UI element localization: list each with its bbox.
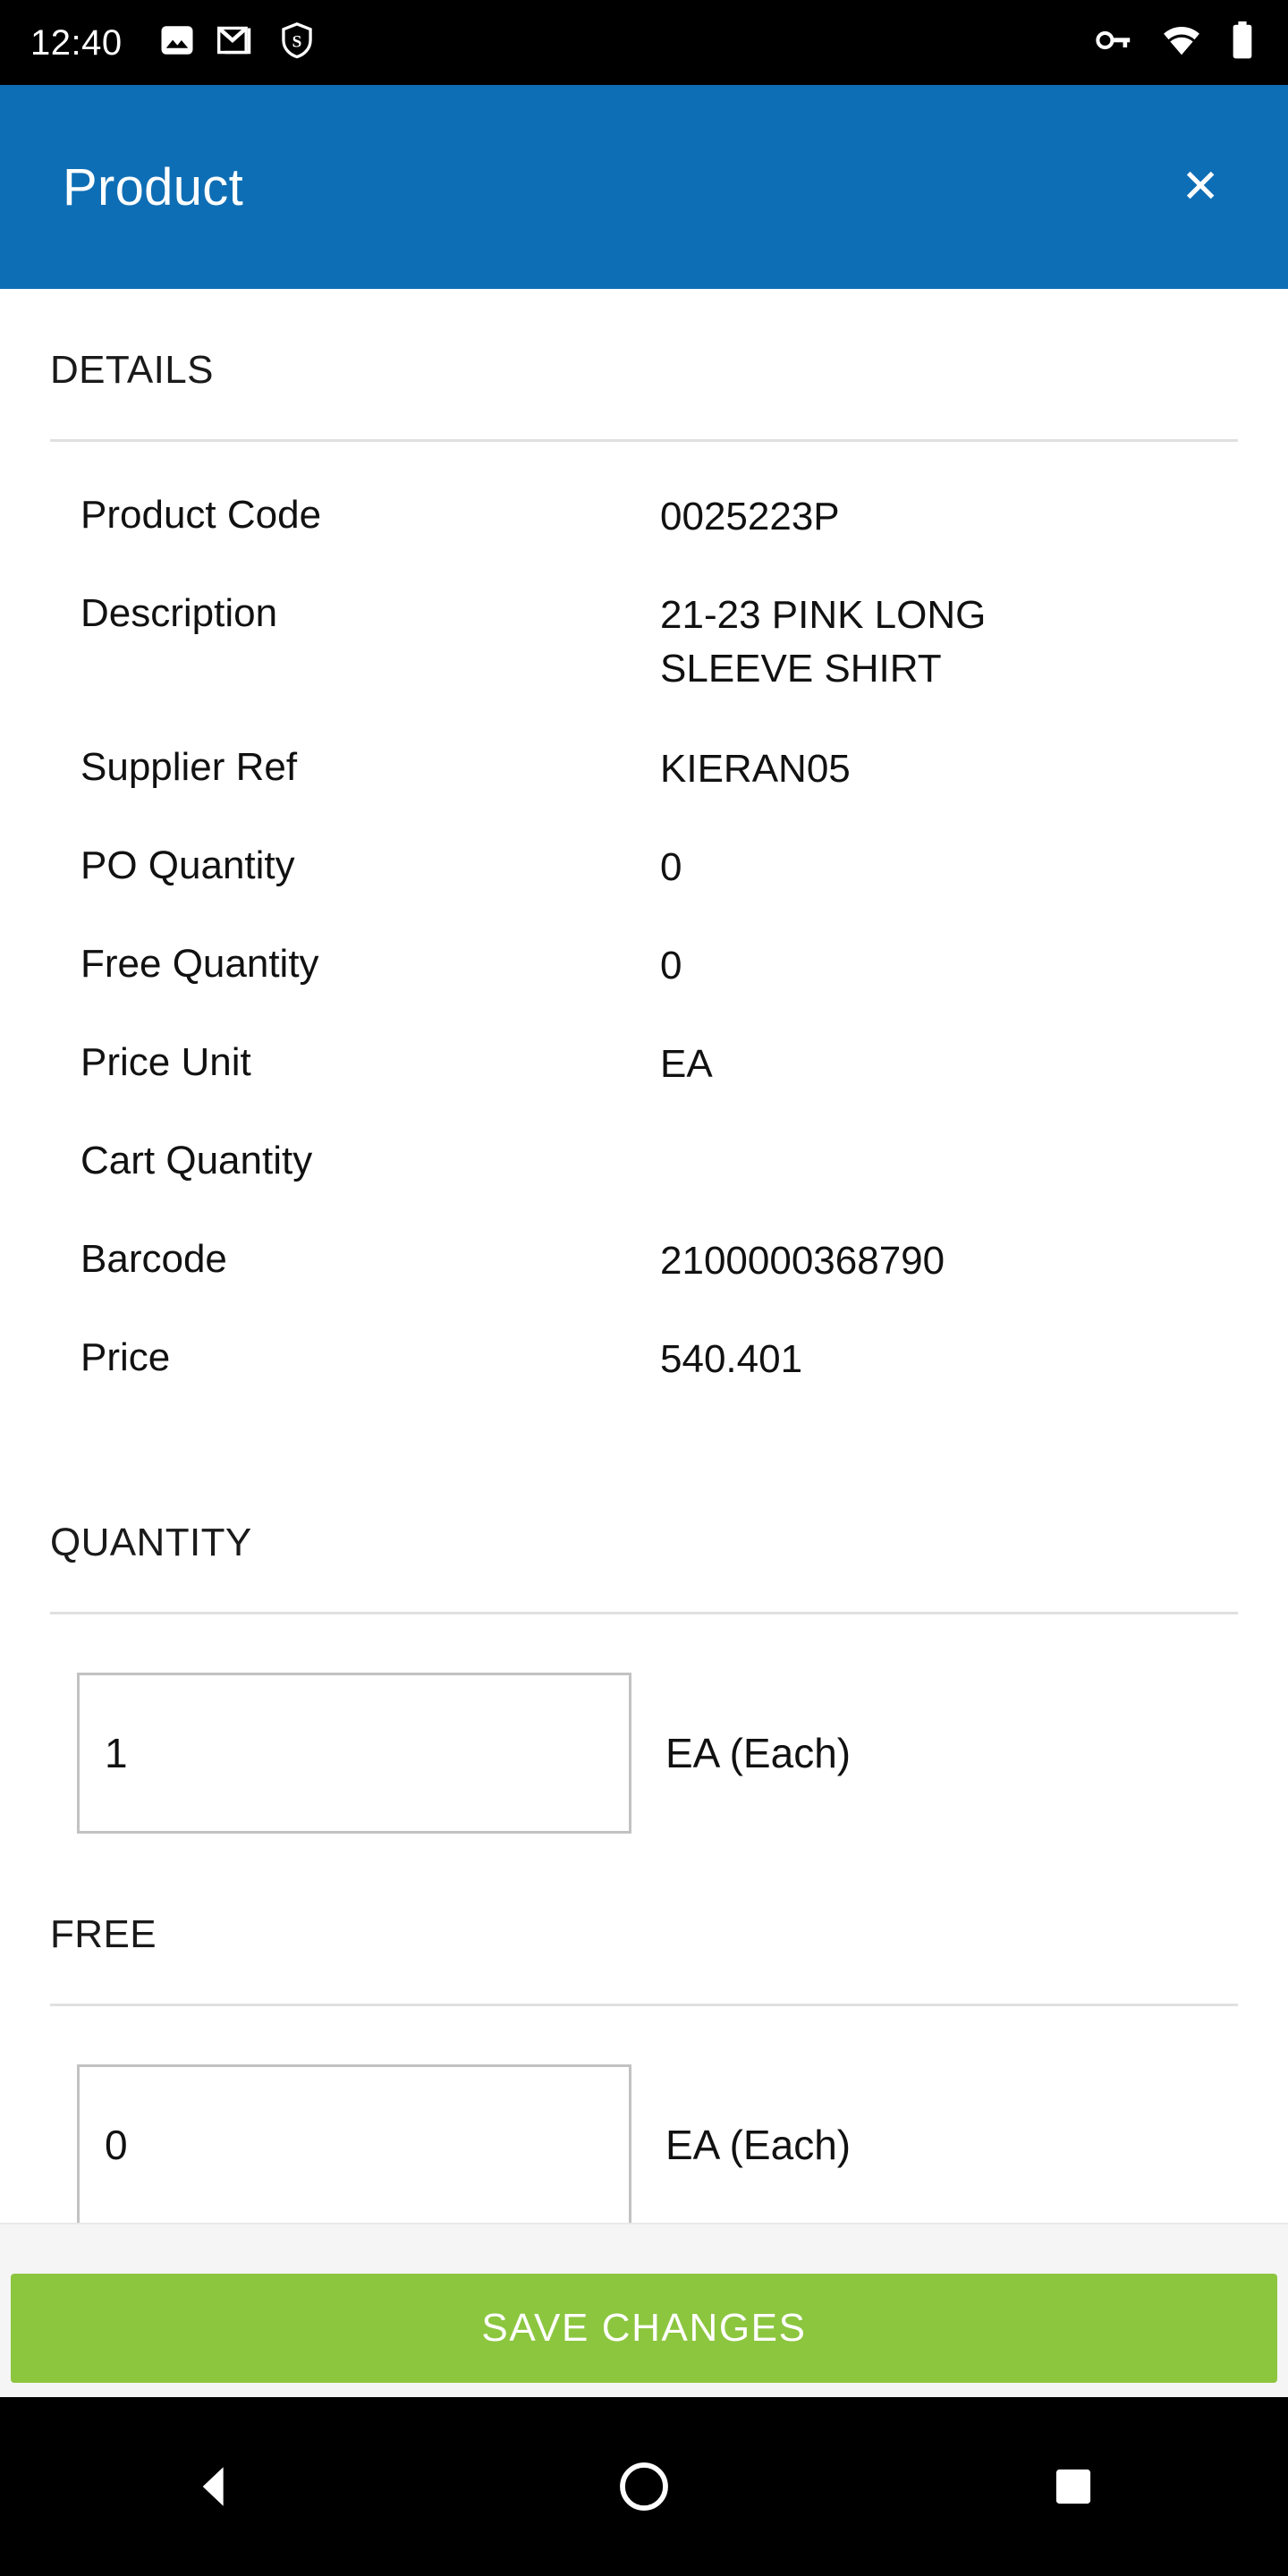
details-list: Product Code 0025223P Description 21-23 … [0, 442, 1288, 1431]
page-title: Product [63, 157, 243, 216]
detail-value: 0 [660, 943, 682, 987]
app-bar: Product ✕ [0, 85, 1288, 289]
detail-value: 0 [660, 844, 682, 889]
home-nav-icon[interactable] [564, 2397, 724, 2576]
free-unit-label: EA (Each) [665, 2121, 852, 2168]
quantity-divider [50, 1611, 1238, 1614]
detail-value: 21-23 PINK LONG SLEEVE SHIRT [660, 593, 987, 691]
detail-value: KIERAN05 [660, 746, 851, 791]
photo-icon [158, 21, 196, 64]
table-row: Price 540.401 [0, 1333, 1288, 1431]
detail-label: Cart Quantity [80, 1138, 313, 1182]
free-divider [50, 2003, 1238, 2006]
status-bar-system-icons [1093, 20, 1256, 65]
svg-text:S: S [292, 33, 301, 52]
table-row: Free Quantity 0 [0, 939, 1288, 1038]
quantity-input-row: EA (Each) [0, 1672, 1288, 1834]
detail-label: Free Quantity [80, 941, 319, 986]
recents-nav-icon[interactable] [993, 2397, 1154, 2576]
table-row: Description 21-23 PINK LONG SLEEVE SHIRT [0, 589, 1288, 696]
status-bar-clock: 12:40 [30, 22, 123, 63]
save-changes-button[interactable]: SAVE CHANGES [11, 2274, 1277, 2383]
quantity-section-heading: QUANTITY [50, 1520, 252, 1564]
detail-label: Product Code [80, 493, 322, 537]
detail-label: Description [80, 591, 278, 635]
detail-label: PO Quantity [80, 843, 295, 887]
table-row: Cart Quantity [0, 1136, 1288, 1234]
detail-value: 540.401 [660, 1336, 803, 1381]
quantity-input[interactable] [77, 1672, 631, 1834]
scroll-content[interactable]: DETAILS Product Code 0025223P Descriptio… [0, 289, 1288, 2223]
gmail-icon [216, 21, 257, 64]
vpn-key-icon [1093, 20, 1134, 65]
detail-label: Barcode [80, 1236, 227, 1281]
table-row: Barcode 2100000368790 [0, 1234, 1288, 1333]
table-row: PO Quantity 0 [0, 841, 1288, 939]
shield-s-icon: S [278, 21, 316, 64]
footer-bar: SAVE CHANGES [0, 2223, 1288, 2397]
close-icon[interactable]: ✕ [1181, 164, 1220, 210]
quantity-unit-label: EA (Each) [665, 1729, 852, 1776]
detail-label: Supplier Ref [80, 744, 298, 789]
back-nav-icon[interactable] [134, 2397, 295, 2576]
android-navigation-bar [0, 2397, 1288, 2576]
detail-value: EA [660, 1041, 713, 1086]
table-row: Supplier Ref KIERAN05 [0, 742, 1288, 841]
detail-value: 0025223P [660, 495, 840, 538]
detail-label: Price [80, 1335, 171, 1379]
product-detail-screen: 12:40 S Product ✕ DETAILS Product Code 0… [0, 0, 1288, 2576]
details-section-heading: DETAILS [50, 348, 214, 392]
status-bar-notification-icons: S [158, 21, 316, 64]
free-quantity-input[interactable] [77, 2063, 631, 2223]
detail-value: 2100000368790 [660, 1238, 945, 1283]
battery-full-icon [1229, 20, 1256, 65]
table-row: Price Unit EA [0, 1038, 1288, 1136]
free-section-heading: FREE [50, 1911, 157, 1956]
free-input-row: EA (Each) [0, 2063, 1288, 2223]
table-row: Product Code 0025223P [0, 490, 1288, 589]
status-bar: 12:40 S [0, 0, 1288, 85]
wifi-icon [1161, 20, 1202, 65]
detail-label: Price Unit [80, 1039, 251, 1084]
